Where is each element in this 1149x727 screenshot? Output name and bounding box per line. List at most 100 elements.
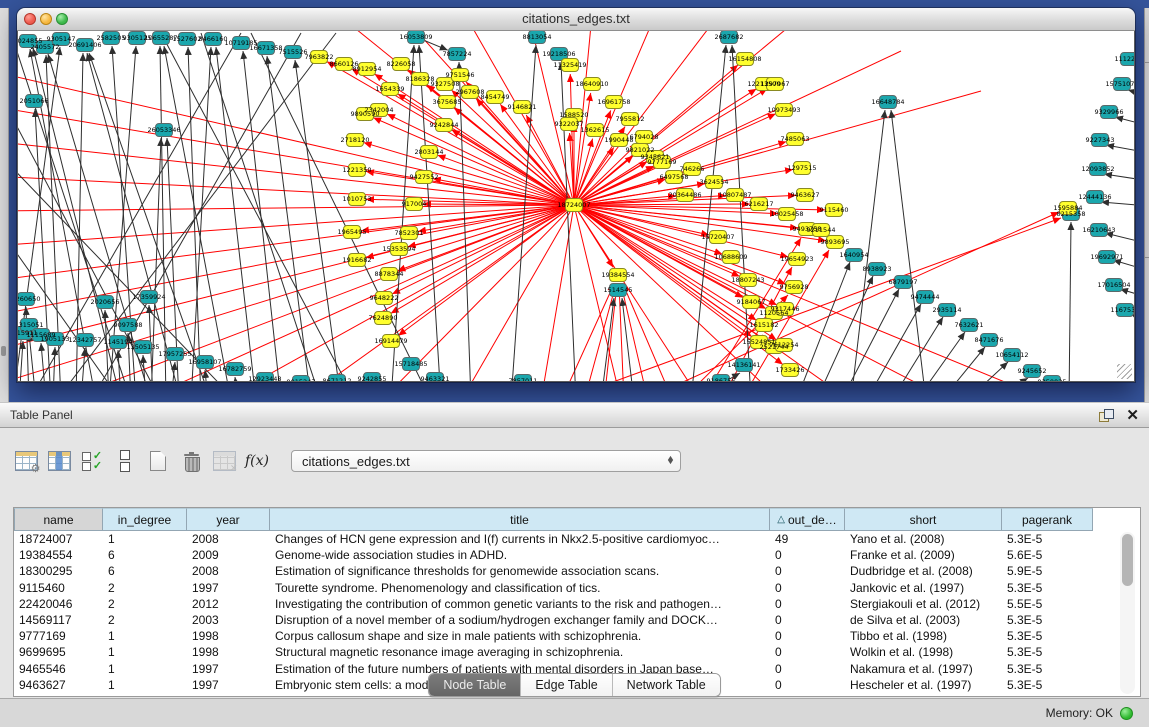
table-selector[interactable]: citations_edges.txt ▲▼ bbox=[291, 450, 681, 472]
close-panel-icon[interactable]: ✕ bbox=[1126, 408, 1139, 423]
table-cell[interactable]: 1 bbox=[103, 645, 187, 659]
table-cell[interactable]: Structural magnetic resonance image aver… bbox=[270, 645, 770, 659]
table-cell[interactable]: Tourette syndrome. Phenomenology and cla… bbox=[270, 581, 770, 595]
table-cell[interactable]: 5.3E-5 bbox=[1002, 532, 1093, 546]
table-cell[interactable]: 2008 bbox=[187, 532, 270, 546]
table-cell[interactable]: 14569117 bbox=[14, 613, 103, 627]
table-cell[interactable]: 1997 bbox=[187, 581, 270, 595]
column-header-in_degree[interactable]: in_degree bbox=[103, 508, 187, 531]
table-cell[interactable]: 9699695 bbox=[14, 645, 103, 659]
table-cell[interactable]: 6 bbox=[103, 548, 187, 562]
table-cell[interactable]: 19384554 bbox=[14, 548, 103, 562]
table-cell[interactable]: 9115460 bbox=[14, 581, 103, 595]
table-cell[interactable]: 2 bbox=[103, 581, 187, 595]
column-header-year[interactable]: year bbox=[187, 508, 270, 531]
graph-edge bbox=[1128, 90, 1135, 96]
table-row[interactable]: 1830029562008Estimation of significance … bbox=[14, 563, 1140, 579]
table-cell[interactable]: Corpus callosum shape and size in male p… bbox=[270, 629, 770, 643]
table-scrollbar[interactable] bbox=[1120, 532, 1135, 694]
table-cell[interactable]: 0 bbox=[770, 581, 845, 595]
table-cell[interactable]: 0 bbox=[770, 548, 845, 562]
column-header-title[interactable]: title bbox=[270, 508, 770, 531]
graph-node-label: 7515526 bbox=[279, 48, 308, 56]
table-cell[interactable]: de Silva et al. (2003) bbox=[845, 613, 1002, 627]
table-cell[interactable]: 1998 bbox=[187, 629, 270, 643]
graph-node-label: 9751546 bbox=[446, 71, 475, 79]
network-view[interactable]: 2024855240557293051472069140625825059305… bbox=[17, 31, 1135, 382]
table-cell[interactable]: Jankovic et al. (1997) bbox=[845, 581, 1002, 595]
table-cell[interactable]: Estimation of significance thresholds fo… bbox=[270, 564, 770, 578]
scrollbar-thumb[interactable] bbox=[1122, 534, 1133, 586]
table-row[interactable]: 969969511998Structural magnetic resonanc… bbox=[14, 644, 1140, 660]
graph-node-label: 15720407 bbox=[701, 233, 734, 241]
table-mode-icon[interactable]: ⚙ bbox=[14, 449, 38, 473]
table-cell[interactable]: Disruption of a novel member of a sodium… bbox=[270, 613, 770, 627]
window-titlebar[interactable]: citations_edges.txt bbox=[17, 8, 1135, 31]
tab-edge-table[interactable]: Edge Table bbox=[521, 674, 612, 696]
table-cell[interactable]: 1 bbox=[103, 532, 187, 546]
tab-network-table[interactable]: Network Table bbox=[613, 674, 720, 696]
create-column-icon[interactable] bbox=[146, 449, 170, 473]
table-cell[interactable]: 1998 bbox=[187, 645, 270, 659]
tab-node-table[interactable]: Node Table bbox=[429, 674, 521, 696]
graph-edge bbox=[295, 60, 341, 382]
table-row[interactable]: 977716911998Corpus callosum shape and si… bbox=[14, 628, 1140, 644]
table-cell[interactable]: Wolkin et al. (1998) bbox=[845, 645, 1002, 659]
table-cell[interactable]: 0 bbox=[770, 613, 845, 627]
table-cell[interactable]: Franke et al. (2009) bbox=[845, 548, 1002, 562]
table-row[interactable]: 2242004622012Investigating the contribut… bbox=[14, 596, 1140, 612]
table-cell[interactable]: 2 bbox=[103, 613, 187, 627]
table-cell[interactable]: Yano et al. (2008) bbox=[845, 532, 1002, 546]
table-cell[interactable]: 9777169 bbox=[14, 629, 103, 643]
memory-status-dot[interactable] bbox=[1120, 707, 1133, 720]
left-panel-handle[interactable] bbox=[1, 346, 6, 356]
table-cell[interactable]: Tibbo et al. (1998) bbox=[845, 629, 1002, 643]
table-cell[interactable]: Dudbridge et al. (2008) bbox=[845, 564, 1002, 578]
table-cell[interactable]: 0 bbox=[770, 597, 845, 611]
table-cell[interactable]: 5.6E-5 bbox=[1002, 548, 1093, 562]
table-cell[interactable]: 22420046 bbox=[14, 597, 103, 611]
table-cell[interactable]: 5.3E-5 bbox=[1002, 645, 1093, 659]
table-cell[interactable]: 2003 bbox=[187, 613, 270, 627]
resize-grip-icon[interactable] bbox=[1117, 364, 1132, 379]
table-cell[interactable]: 5.3E-5 bbox=[1002, 629, 1093, 643]
graph-node-label: 746266 bbox=[680, 165, 705, 173]
table-cell[interactable]: 2008 bbox=[187, 564, 270, 578]
table-cell[interactable]: 5.9E-5 bbox=[1002, 564, 1093, 578]
table-row[interactable]: 1456911722003Disruption of a novel membe… bbox=[14, 612, 1140, 628]
column-header-name[interactable]: name bbox=[14, 508, 103, 531]
table-cell[interactable]: 18724007 bbox=[14, 532, 103, 546]
function-builder-icon[interactable]: f(x) bbox=[245, 449, 269, 473]
graph-edge bbox=[816, 276, 873, 382]
table-cell[interactable]: Investigating the contribution of common… bbox=[270, 597, 770, 611]
table-cell[interactable]: 5.5E-5 bbox=[1002, 597, 1093, 611]
table-cell[interactable]: Changes of HCN gene expression and I(f) … bbox=[270, 532, 770, 546]
table-cell[interactable]: 0 bbox=[770, 645, 845, 659]
float-panel-icon[interactable] bbox=[1099, 409, 1114, 422]
table-cell[interactable]: 0 bbox=[770, 564, 845, 578]
table-cell[interactable]: 18300295 bbox=[14, 564, 103, 578]
rows-icon[interactable] bbox=[113, 449, 137, 473]
graph-node-label: 9427552 bbox=[410, 173, 439, 181]
column-header-pagerank[interactable]: pagerank bbox=[1002, 508, 1093, 531]
table-cell[interactable]: 6 bbox=[103, 564, 187, 578]
table-cell[interactable]: 1 bbox=[103, 629, 187, 643]
table-cell[interactable]: 0 bbox=[770, 629, 845, 643]
table-cell[interactable]: 49 bbox=[770, 532, 845, 546]
column-header-out_de[interactable]: △out_de… bbox=[770, 508, 845, 531]
table-cell[interactable]: 2009 bbox=[187, 548, 270, 562]
table-cell[interactable]: 2012 bbox=[187, 597, 270, 611]
table-cell[interactable]: 2 bbox=[103, 597, 187, 611]
table-row[interactable]: 911546021997Tourette syndrome. Phenomeno… bbox=[14, 580, 1140, 596]
graph-edge bbox=[1101, 202, 1135, 206]
delete-column-icon[interactable] bbox=[179, 449, 203, 473]
table-cell[interactable]: Genome-wide association studies in ADHD. bbox=[270, 548, 770, 562]
column-header-short[interactable]: short bbox=[845, 508, 1002, 531]
column-checklist-icon[interactable]: ✓✓ bbox=[80, 449, 104, 473]
table-row[interactable]: 1872400712008Changes of HCN gene express… bbox=[14, 531, 1140, 547]
table-row[interactable]: 1938455462009Genome-wide association stu… bbox=[14, 547, 1140, 563]
table-cell[interactable]: 5.3E-5 bbox=[1002, 581, 1093, 595]
table-cell[interactable]: Stergiakouli et al. (2012) bbox=[845, 597, 1002, 611]
table-cell[interactable]: 5.3E-5 bbox=[1002, 613, 1093, 627]
show-columns-icon[interactable] bbox=[47, 449, 71, 473]
